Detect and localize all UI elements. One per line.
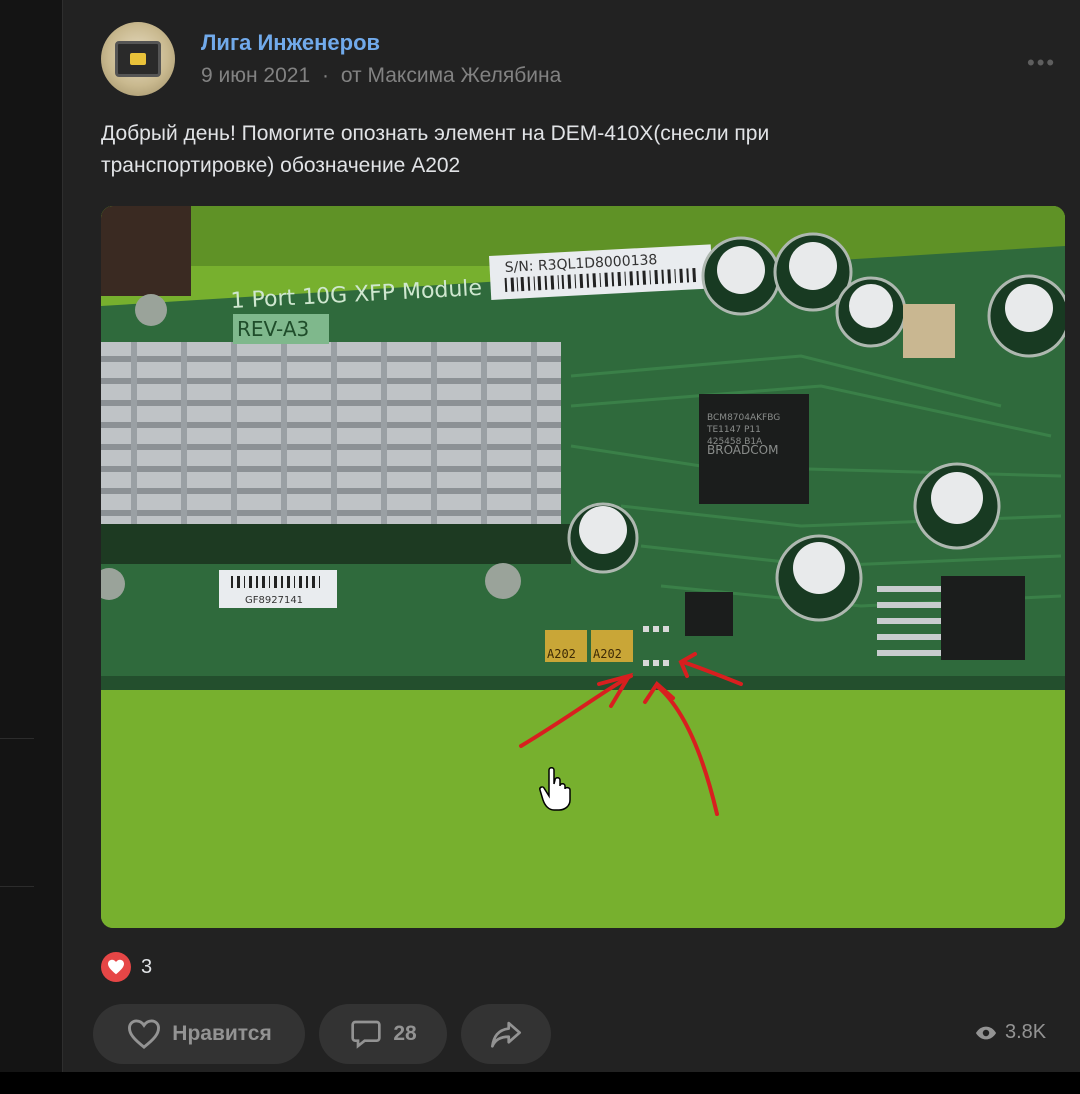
- chip-code-text: TE1147 P11: [706, 425, 761, 435]
- share-button[interactable]: [461, 1004, 551, 1064]
- share-icon: [491, 1021, 521, 1048]
- chip-code-text: 425458 B1A: [707, 437, 763, 447]
- chip-code-text: BCM8704AKFBG: [707, 413, 780, 423]
- view-count: 3.8K: [975, 1021, 1046, 1044]
- post-meta: 9 июн 2021 · от Максима Желябина: [201, 64, 561, 88]
- post-photo[interactable]: 1 Port 10G XFP Module REV-A3 S/N: R3QL1D…: [101, 206, 1065, 928]
- heart-icon: [101, 952, 131, 982]
- divider: [0, 886, 34, 887]
- pcb-photo-illustration: 1 Port 10G XFP Module REV-A3 S/N: R3QL1D…: [101, 206, 1065, 928]
- group-avatar[interactable]: [101, 22, 175, 96]
- reaction-count: 3: [141, 955, 153, 978]
- comment-icon: [351, 1020, 381, 1049]
- eye-icon: [975, 1026, 997, 1039]
- more-dots-icon[interactable]: •••: [1027, 50, 1056, 76]
- rev-text: REV-A3: [237, 317, 309, 341]
- like-button[interactable]: Нравится: [93, 1004, 305, 1064]
- post-text: Добрый день! Помогите опознать элемент н…: [101, 118, 961, 182]
- group-name-link[interactable]: Лига Инженеров: [201, 30, 380, 56]
- views-count: 3.8K: [1005, 1021, 1047, 1043]
- hand-cursor-icon: [539, 767, 571, 811]
- component-label: A202: [593, 647, 622, 661]
- reactions[interactable]: 3: [101, 952, 152, 982]
- post-date[interactable]: 9 июн 2021: [201, 64, 310, 87]
- post-author[interactable]: от Максима Желябина: [341, 64, 561, 87]
- bottom-bar: [0, 1072, 1080, 1094]
- like-label: Нравится: [172, 1022, 272, 1045]
- barcode-label-text: GF8927141: [245, 595, 303, 606]
- heart-outline-icon: [128, 1019, 161, 1049]
- comment-button[interactable]: 28: [319, 1004, 447, 1064]
- post-text-line: транспортировке) обозначение А202: [101, 154, 461, 177]
- post-text-line: Добрый день! Помогите опознать элемент н…: [101, 122, 770, 145]
- meta-separator: ·: [322, 64, 329, 87]
- post-card: Лига Инженеров 9 июн 2021 · от Максима Ж…: [62, 0, 1080, 1072]
- divider: [0, 738, 34, 739]
- component-label: A202: [547, 647, 576, 661]
- comment-count: 28: [393, 1022, 417, 1045]
- left-sidebar: [0, 0, 60, 1072]
